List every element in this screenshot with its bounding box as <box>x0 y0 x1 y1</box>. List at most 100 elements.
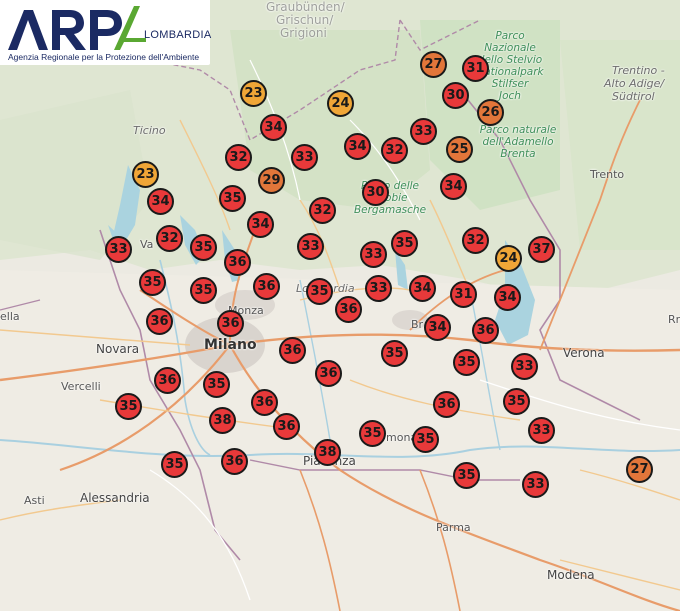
place-label-brescia: Br <box>411 318 424 331</box>
station-marker[interactable]: 35 <box>139 269 166 296</box>
station-marker[interactable]: 33 <box>297 233 324 260</box>
station-marker[interactable]: 38 <box>314 439 341 466</box>
station-marker[interactable]: 33 <box>528 417 555 444</box>
station-marker[interactable]: 26 <box>477 99 504 126</box>
station-marker[interactable]: 35 <box>453 349 480 376</box>
place-label-parma: Parma <box>436 521 471 534</box>
place-label-vercelli: Vercelli <box>61 380 101 393</box>
place-label-trentino-2: Alto Adige/ <box>604 77 665 90</box>
arpa-logo: LOMBARDIA Agenzia Regionale per la Prote… <box>0 0 212 65</box>
place-label-rimenti: Rr <box>668 313 680 326</box>
station-marker[interactable]: 30 <box>362 179 389 206</box>
station-marker[interactable]: 34 <box>409 275 436 302</box>
station-marker[interactable]: 34 <box>147 188 174 215</box>
station-marker[interactable]: 33 <box>105 236 132 263</box>
station-marker[interactable]: 30 <box>442 82 469 109</box>
station-marker[interactable]: 29 <box>258 167 285 194</box>
place-label-ella: ella <box>0 310 20 323</box>
place-label-modena: Modena <box>547 568 595 582</box>
station-marker[interactable]: 36 <box>335 296 362 323</box>
place-label-trentino-1: Trentino - <box>612 64 665 77</box>
station-marker[interactable]: 35 <box>391 230 418 257</box>
station-marker[interactable]: 36 <box>217 310 244 337</box>
station-marker[interactable]: 36 <box>251 389 278 416</box>
station-marker[interactable]: 33 <box>365 275 392 302</box>
station-marker[interactable]: 36 <box>273 413 300 440</box>
station-marker[interactable]: 32 <box>462 227 489 254</box>
arpa-wordmark-icon <box>8 6 146 50</box>
place-label-grischun: Grischun/ <box>276 13 334 27</box>
station-marker[interactable]: 35 <box>115 393 142 420</box>
park-orobie-line-1: Parco delle <box>360 180 420 192</box>
station-marker[interactable]: 35 <box>359 420 386 447</box>
park-stelvio-line-1: Parco Nazionale <box>484 30 536 54</box>
temperature-map[interactable]: Graubünden/ Grischun/ Grigioni Parco Naz… <box>0 0 680 611</box>
station-marker[interactable]: 35 <box>190 277 217 304</box>
station-marker[interactable]: 36 <box>221 448 248 475</box>
place-label-trentino-3: Südtirol <box>612 90 655 103</box>
station-marker[interactable]: 32 <box>225 144 252 171</box>
station-marker[interactable]: 24 <box>495 245 522 272</box>
station-marker[interactable]: 36 <box>315 360 342 387</box>
station-marker[interactable]: 36 <box>224 249 251 276</box>
station-marker[interactable]: 35 <box>219 185 246 212</box>
station-marker[interactable]: 27 <box>626 456 653 483</box>
station-marker[interactable]: 35 <box>412 426 439 453</box>
station-marker[interactable]: 35 <box>203 371 230 398</box>
station-marker[interactable]: 27 <box>420 51 447 78</box>
station-marker[interactable]: 38 <box>209 407 236 434</box>
place-label-alessandria: Alessandria <box>80 491 150 505</box>
place-label-graubunden: Graubünden/ <box>266 0 345 14</box>
station-marker[interactable]: 35 <box>453 462 480 489</box>
station-marker[interactable]: 35 <box>161 451 188 478</box>
station-marker[interactable]: 35 <box>381 340 408 367</box>
place-label-verona: Verona <box>563 346 605 360</box>
station-marker[interactable]: 36 <box>279 337 306 364</box>
place-label-milano: Milano <box>204 337 257 353</box>
place-label-grigioni: Grigioni <box>280 26 327 40</box>
place-label-varese: Va <box>140 238 154 251</box>
place-label-ticino: Ticino <box>133 124 166 137</box>
station-marker[interactable]: 33 <box>410 118 437 145</box>
station-marker[interactable]: 34 <box>494 284 521 311</box>
place-label-novara: Novara <box>96 342 140 356</box>
station-marker[interactable]: 37 <box>528 236 555 263</box>
station-marker[interactable]: 32 <box>156 225 183 252</box>
station-marker[interactable]: 23 <box>240 80 267 107</box>
station-marker[interactable]: 35 <box>503 388 530 415</box>
station-marker[interactable]: 35 <box>306 278 333 305</box>
station-marker[interactable]: 34 <box>260 114 287 141</box>
station-marker[interactable]: 35 <box>190 234 217 261</box>
station-marker[interactable]: 36 <box>154 367 181 394</box>
station-marker[interactable]: 33 <box>511 353 538 380</box>
station-marker[interactable]: 36 <box>472 317 499 344</box>
station-marker[interactable]: 23 <box>132 161 159 188</box>
place-label-parco-adamello: Parco naturale dell'Adamello Brenta <box>478 124 558 160</box>
place-label-parco-orobie: Parco delle Orobie Bergamasche <box>340 180 440 216</box>
place-label-asti: Asti <box>24 494 45 507</box>
logo-region-text: LOMBARDIA <box>144 29 212 41</box>
park-adamello-line-3: Brenta <box>500 148 536 160</box>
park-orobie-line-2: Orobie <box>372 192 408 204</box>
station-marker[interactable]: 31 <box>462 55 489 82</box>
station-marker[interactable]: 34 <box>247 211 274 238</box>
station-marker[interactable]: 36 <box>433 391 460 418</box>
park-stelvio-line-5: Joch <box>499 90 521 102</box>
station-marker[interactable]: 33 <box>522 471 549 498</box>
station-marker[interactable]: 24 <box>327 90 354 117</box>
logo-tagline: Agenzia Regionale per la Protezione dell… <box>8 52 200 62</box>
station-marker[interactable]: 31 <box>450 281 477 308</box>
station-marker[interactable]: 33 <box>360 241 387 268</box>
station-marker[interactable]: 36 <box>253 273 280 300</box>
station-marker[interactable]: 32 <box>309 197 336 224</box>
station-marker[interactable]: 34 <box>440 173 467 200</box>
station-marker[interactable]: 34 <box>424 314 451 341</box>
park-orobie-line-3: Bergamasche <box>353 204 427 216</box>
park-adamello-line-2: dell'Adamello <box>482 136 554 148</box>
station-marker[interactable]: 25 <box>446 136 473 163</box>
place-label-trento: Trento <box>590 168 625 181</box>
station-marker[interactable]: 33 <box>291 144 318 171</box>
station-marker[interactable]: 34 <box>344 133 371 160</box>
station-marker[interactable]: 36 <box>146 308 173 335</box>
station-marker[interactable]: 32 <box>381 137 408 164</box>
